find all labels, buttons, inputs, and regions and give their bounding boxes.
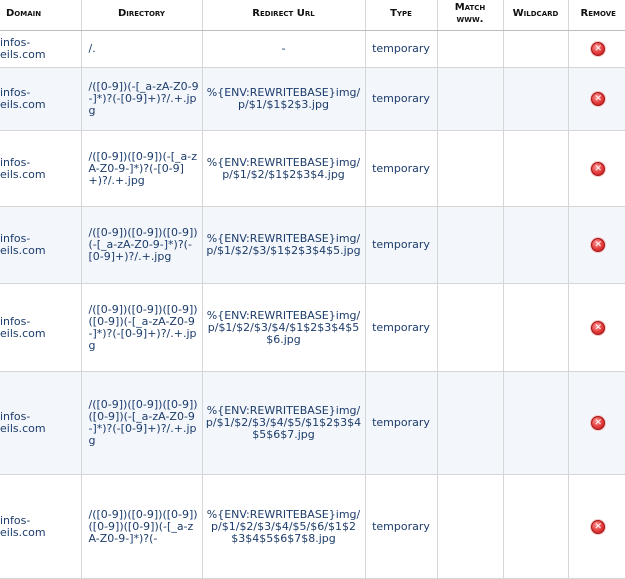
cell-directory: /([0-9])([0-9])([0-9])(-[_a-zA-Z0-9-]*)?…	[81, 206, 203, 284]
cell-remove: ✕	[568, 206, 625, 284]
cell-wildcard	[503, 206, 569, 284]
cell-domain: infos-eils.com	[0, 130, 82, 207]
cell-redirect-url: %{ENV:REWRITEBASE}img/p/$1/$2/$1$2$3$4.j…	[202, 130, 366, 207]
domain-line-2: eils.com	[0, 525, 46, 539]
cell-type: temporary	[365, 67, 438, 131]
cell-domain: infos-eils.com	[0, 206, 82, 284]
remove-x-icon[interactable]: ✕	[591, 92, 606, 106]
remove-x-icon[interactable]: ✕	[591, 42, 606, 56]
column-header-directory[interactable]: Directory	[81, 0, 203, 31]
cell-directory: /.	[81, 30, 203, 68]
cell-redirect-url: %{ENV:REWRITEBASE}img/p/$1/$2/$3/$4/$5/$…	[202, 474, 366, 579]
table-header-row: Domain Directory Redirect Url Type Match…	[0, 0, 625, 31]
column-header-wildcard[interactable]: Wildcard	[503, 0, 569, 31]
cell-wildcard	[503, 67, 569, 131]
column-header-type[interactable]: Type	[365, 0, 438, 31]
cell-redirect-url: %{ENV:REWRITEBASE}img/p/$1/$1$2$3.jpg	[202, 67, 366, 131]
remove-x-icon[interactable]: ✕	[591, 238, 606, 252]
column-header-redirect-url[interactable]: Redirect Url	[202, 0, 366, 31]
cell-directory: /([0-9])([0-9])(-[_a-zA-Z0-9-]*)?(-[0-9]…	[81, 130, 203, 207]
table-row: infos-eils.com /([0-9])([0-9])([0-9])([0…	[0, 474, 625, 579]
cell-match-www	[437, 283, 504, 372]
cell-type: temporary	[365, 206, 438, 284]
domain-line-2: eils.com	[0, 422, 46, 435]
cell-wildcard	[503, 130, 569, 207]
remove-x-icon[interactable]: ✕	[591, 320, 606, 335]
cell-type: temporary	[365, 130, 438, 207]
cell-type: temporary	[365, 371, 438, 475]
cell-redirect-url: %{ENV:REWRITEBASE}img/p/$1/$2/$3/$4/$5/$…	[202, 371, 366, 475]
column-header-remove[interactable]: Remove	[568, 0, 625, 31]
domain-line-2: eils.com	[0, 98, 46, 111]
cell-match-www	[437, 30, 504, 68]
cell-directory: /([0-9])(-[_a-zA-Z0-9-]*)?(-[0-9]+)?/.+.…	[81, 67, 203, 131]
cell-remove: ✕	[568, 371, 625, 475]
column-header-domain[interactable]: Domain	[0, 0, 82, 31]
cell-type: temporary	[365, 30, 438, 68]
remove-x-icon[interactable]: ✕	[591, 519, 606, 534]
cell-remove: ✕	[568, 474, 625, 579]
table-row: infos-eils.com /. - temporary ✕	[0, 30, 625, 68]
cell-domain: infos-eils.com	[0, 283, 82, 372]
domain-line-2: eils.com	[0, 244, 46, 257]
cell-match-www	[437, 67, 504, 131]
column-header-match-www[interactable]: Match www.	[437, 0, 504, 31]
cell-redirect-url: %{ENV:REWRITEBASE}img/p/$1/$2/$3/$1$2$3$…	[202, 206, 366, 284]
cell-directory: /([0-9])([0-9])([0-9])([0-9])([0-9])(-[_…	[81, 474, 203, 579]
cell-redirect-url: %{ENV:REWRITEBASE}img/p/$1/$2/$3/$4/$1$2…	[202, 283, 366, 372]
cell-wildcard	[503, 371, 569, 475]
remove-x-icon[interactable]: ✕	[591, 161, 606, 176]
cell-remove: ✕	[568, 130, 625, 207]
domain-line-2: eils.com	[0, 167, 46, 181]
cell-type: temporary	[365, 283, 438, 372]
cell-type: temporary	[365, 474, 438, 579]
cell-wildcard	[503, 474, 569, 579]
cell-match-www	[437, 206, 504, 284]
cell-wildcard	[503, 283, 569, 372]
cell-match-www	[437, 130, 504, 207]
cell-remove: ✕	[568, 67, 625, 131]
cell-match-www	[437, 371, 504, 475]
cell-domain: infos-eils.com	[0, 371, 82, 475]
table-row: infos-eils.com /([0-9])([0-9])([0-9])(-[…	[0, 206, 625, 284]
table-row: infos-eils.com /([0-9])(-[_a-zA-Z0-9-]*)…	[0, 67, 625, 131]
cell-remove: ✕	[568, 30, 625, 68]
cell-domain: infos-eils.com	[0, 30, 82, 68]
cell-directory: /([0-9])([0-9])([0-9])([0-9])(-[_a-zA-Z0…	[81, 371, 203, 475]
cell-match-www	[437, 474, 504, 579]
cell-remove: ✕	[568, 283, 625, 372]
domain-line-2: eils.com	[0, 48, 46, 61]
cell-directory: /([0-9])([0-9])([0-9])([0-9])(-[_a-zA-Z0…	[81, 283, 203, 372]
table-row: infos-eils.com /([0-9])([0-9])([0-9])([0…	[0, 283, 625, 372]
table-row: infos-eils.com /([0-9])([0-9])([0-9])([0…	[0, 371, 625, 475]
domain-line-2: eils.com	[0, 326, 46, 340]
redirects-table: Domain Directory Redirect Url Type Match…	[0, 0, 625, 579]
cell-wildcard	[503, 30, 569, 68]
cell-redirect-url: -	[202, 30, 366, 68]
remove-x-icon[interactable]: ✕	[591, 416, 606, 430]
cell-domain: infos-eils.com	[0, 67, 82, 131]
cell-domain: infos-eils.com	[0, 474, 82, 579]
table-row: infos-eils.com /([0-9])([0-9])(-[_a-zA-Z…	[0, 130, 625, 207]
